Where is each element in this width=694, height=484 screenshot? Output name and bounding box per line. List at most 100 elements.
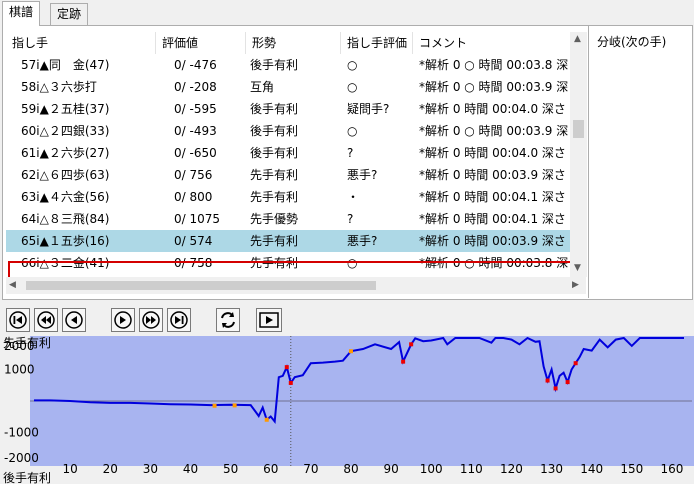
table-row[interactable]: 59i▲２五桂(37) 0/ -595 後手有利 疑問手? *解析 0 時間 00:04… xyxy=(6,98,576,120)
cell-move: 62i△６四歩(63) xyxy=(21,168,110,182)
bad-move-marker xyxy=(545,378,550,383)
cell-position: 先手有利 xyxy=(250,256,299,270)
x-tick-label: 130 xyxy=(540,462,563,476)
kifu-grid: 指し手 評価値 形勢 指し手評価 コメント 57i▲同 金(47) 0/ -476… xyxy=(6,32,586,277)
tab-kifu[interactable]: 棋譜 xyxy=(2,1,41,26)
table-row[interactable]: 60i△２四銀(33) 0/ -493 後手有利 ○ *解析 0 ○ 時間 00:03.… xyxy=(6,120,576,142)
navigation-toolbar xyxy=(0,302,694,336)
cell-eval: ○ xyxy=(347,80,358,94)
x-tick-label: 160 xyxy=(660,462,683,476)
grid-header: 指し手 評価値 形勢 指し手評価 コメント xyxy=(6,32,576,54)
cell-move: 59i▲２五桂(37) xyxy=(21,102,110,116)
rotate-icon xyxy=(221,312,235,328)
y-tick-label: 1000 xyxy=(4,363,35,377)
cell-eval: ? xyxy=(347,146,354,160)
cell-eval: ○ xyxy=(347,58,358,72)
x-tick-label: 80 xyxy=(343,462,358,476)
branch-panel: 分岐(次の手) xyxy=(588,25,692,298)
sente-advantage-label: 先手有利 xyxy=(3,336,51,350)
cell-move: 64i△８三飛(84) xyxy=(21,212,110,226)
horizontal-scrollbar[interactable]: ◀ ▶ xyxy=(6,277,586,294)
step-backward-icon xyxy=(65,311,83,329)
cell-comment: *解析 0 時間 00:03.9 深さ xyxy=(419,168,566,182)
vertical-scrollbar[interactable]: ▲ ▼ xyxy=(570,32,587,277)
cell-position: 後手有利 xyxy=(250,58,299,72)
flip-board-button[interactable] xyxy=(216,308,240,332)
cell-position: 後手有利 xyxy=(250,124,299,138)
col-position-header[interactable]: 形勢 xyxy=(246,32,341,54)
back-1-button[interactable] xyxy=(62,308,86,332)
cell-move: 60i△２四銀(33) xyxy=(21,124,110,138)
table-row[interactable]: 64i△８三飛(84) 0/ 1075 先手優勢? *解析 0 時間 00:04.1 … xyxy=(6,208,576,230)
cell-position: 先手有利 xyxy=(250,234,299,248)
table-row[interactable]: 65i▲１五歩(16) 0/ 574 先手有利 悪手? *解析 0 時間 00:03.9… xyxy=(6,230,576,252)
last-move-button[interactable] xyxy=(167,308,191,332)
cell-move: 57i▲同 金(47) xyxy=(21,58,110,72)
step-forward-icon xyxy=(114,311,132,329)
vertical-scroll-thumb[interactable] xyxy=(573,120,584,138)
gote-advantage-label: 後手有利 xyxy=(3,471,51,484)
forward-1-button[interactable] xyxy=(111,308,135,332)
cell-eval: 悪手? xyxy=(347,234,378,248)
table-row[interactable]: 57i▲同 金(47) 0/ -476 後手有利 ○ *解析 0 ○ 時間 00:03.… xyxy=(6,54,576,76)
horizontal-scroll-thumb[interactable] xyxy=(26,281,376,290)
evaluation-graph[interactable]: 20001000-1000-2000 10 20 30 40 50 60 70 80 90 100… xyxy=(0,336,694,484)
x-tick-label: 50 xyxy=(223,462,238,476)
tab-strip: 棋譜 定跡 xyxy=(0,0,694,26)
fast-forward-icon xyxy=(142,311,160,329)
scroll-up-icon[interactable]: ▲ xyxy=(574,34,581,44)
table-row[interactable]: 66i△３二金(41) 0/ 758 先手有利 ○ *解析 0 ○ 時間 00:03.8… xyxy=(6,252,576,274)
bad-move-marker xyxy=(284,365,289,370)
cell-move: 58i△３六歩打 xyxy=(21,80,97,94)
scroll-right-icon[interactable]: ▶ xyxy=(572,280,579,290)
cell-position: 後手有利 xyxy=(250,102,299,116)
fast-backward-icon xyxy=(37,311,55,329)
cell-comment: *解析 0 時間 00:04.0 深さ xyxy=(419,102,566,116)
x-tick-label: 10 xyxy=(62,462,77,476)
x-tick-label: 40 xyxy=(183,462,198,476)
bad-move-marker xyxy=(409,342,414,347)
tab-joseki[interactable]: 定跡 xyxy=(50,3,89,25)
play-button[interactable] xyxy=(256,308,282,332)
table-row[interactable]: 58i△３六歩打 0/ -208 互角 ○ *解析 0 ○ 時間 00:03.9 深 xyxy=(6,76,576,98)
cell-eval: ○ xyxy=(347,124,358,138)
cell-comment: *解析 0 ○ 時間 00:03.8 深 xyxy=(419,256,569,270)
x-tick-label: 30 xyxy=(143,462,158,476)
dubious-move-marker xyxy=(264,417,269,422)
scroll-down-icon[interactable]: ▼ xyxy=(574,263,581,273)
col-move-header[interactable]: 指し手 xyxy=(6,32,156,54)
col-eval-header[interactable]: 指し手評価 xyxy=(341,32,413,54)
y-tick-label: -1000 xyxy=(4,426,39,440)
cell-move: 65i▲１五歩(16) xyxy=(21,234,110,248)
dubious-move-marker xyxy=(232,403,237,408)
cell-position: 互角 xyxy=(250,80,275,94)
x-tick-label: 90 xyxy=(383,462,398,476)
cell-move: 63i▲４六金(56) xyxy=(21,190,110,204)
col-comment-header[interactable]: コメント xyxy=(413,32,576,54)
cell-move: 61i▲２六歩(27) xyxy=(21,146,110,160)
table-row[interactable]: 61i▲２六歩(27) 0/ -650 後手有利? *解析 0 時間 00:04.0 … xyxy=(6,142,576,164)
cell-eval: 疑問手? xyxy=(347,102,390,116)
dubious-move-marker xyxy=(212,403,217,408)
branch-title: 分岐(次の手) xyxy=(597,35,667,49)
cell-comment: *解析 0 時間 00:04.0 深さ xyxy=(419,146,566,160)
scroll-left-icon[interactable]: ◀ xyxy=(9,280,16,290)
cell-eval: 悪手? xyxy=(347,168,378,182)
first-move-button[interactable] xyxy=(6,308,30,332)
cell-comment: *解析 0 時間 00:04.1 深さ xyxy=(419,212,566,226)
x-tick-label: 150 xyxy=(620,462,643,476)
cell-position: 後手有利 xyxy=(250,146,299,160)
bad-move-marker xyxy=(565,380,570,385)
cell-eval: ? xyxy=(347,212,354,226)
x-tick-label: 120 xyxy=(500,462,523,476)
table-row[interactable]: 63i▲４六金(56) 0/ 800 先手有利・ *解析 0 時間 00:04.1 深… xyxy=(6,186,576,208)
cell-position: 先手優勢 xyxy=(250,212,299,226)
forward-10-button[interactable] xyxy=(139,308,163,332)
x-tick-label: 110 xyxy=(460,462,483,476)
bad-move-marker xyxy=(573,361,578,366)
cell-eval: ○ xyxy=(347,256,358,270)
cell-comment: *解析 0 ○ 時間 00:03.9 深 xyxy=(419,80,569,94)
col-score-header[interactable]: 評価値 xyxy=(156,32,246,54)
back-10-button[interactable] xyxy=(34,308,58,332)
table-row[interactable]: 62i△６四歩(63) 0/ 756 先手有利 悪手? *解析 0 時間 00:03.9… xyxy=(6,164,576,186)
